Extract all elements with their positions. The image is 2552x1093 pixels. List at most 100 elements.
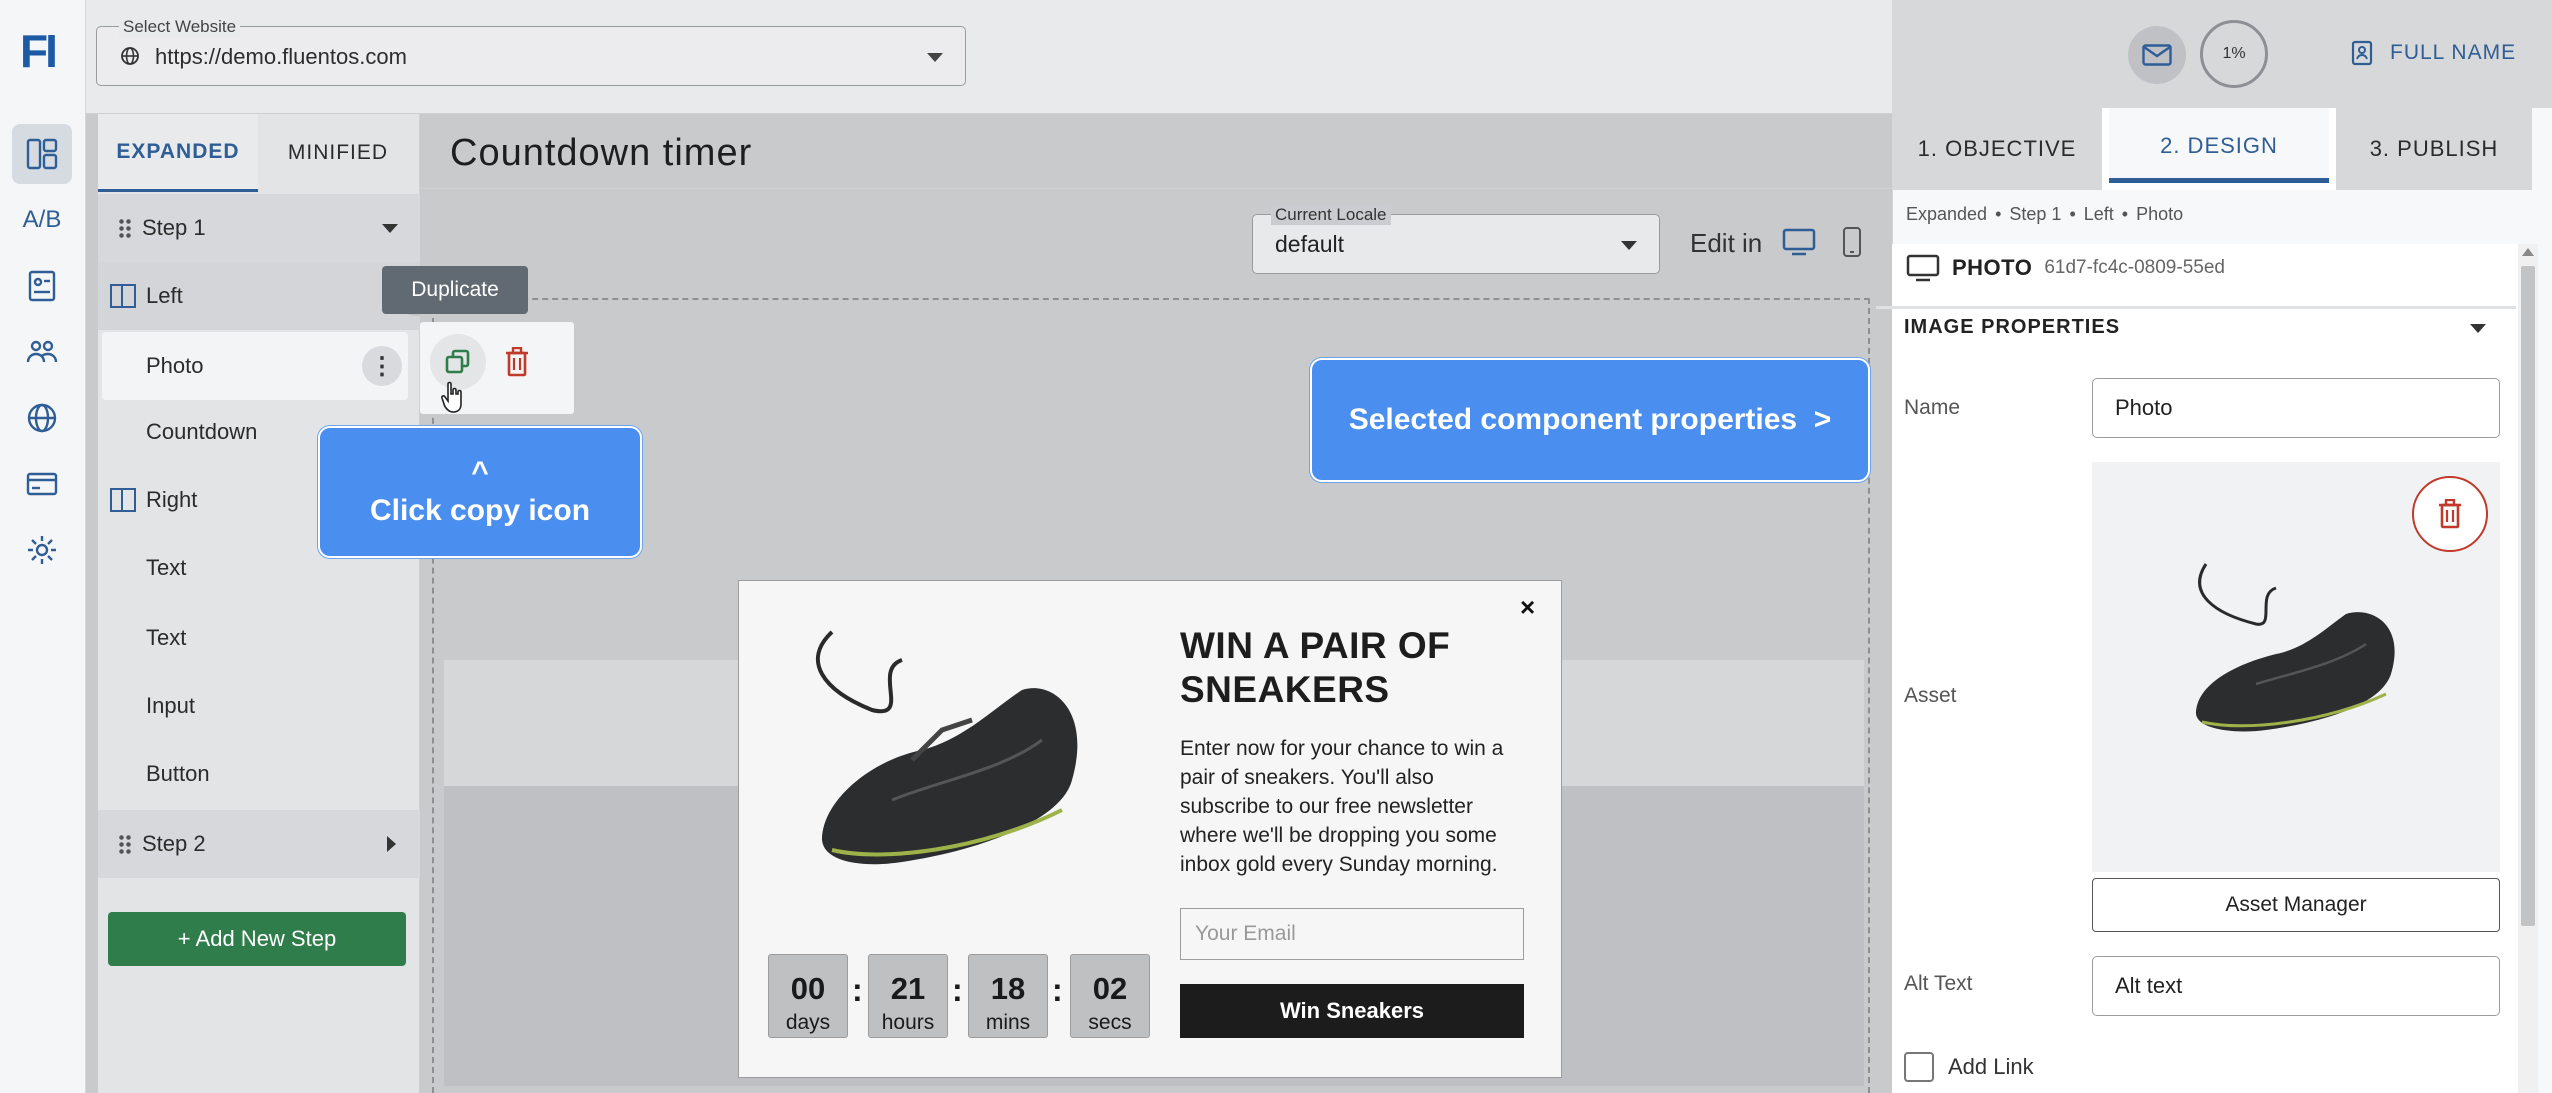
locale-select[interactable]: Current Locale default bbox=[1252, 205, 1660, 274]
sneaker-image[interactable] bbox=[762, 600, 1150, 920]
chevron-down-icon[interactable] bbox=[382, 224, 398, 233]
website-select-value: https://demo.fluentos.com bbox=[155, 44, 407, 69]
settings-icon[interactable] bbox=[12, 520, 72, 580]
breadcrumb-item[interactable]: Step 1 bbox=[2009, 204, 2061, 224]
trash-icon[interactable] bbox=[2412, 476, 2488, 552]
asset-manager-button[interactable]: Asset Manager bbox=[2092, 878, 2500, 932]
callout-text: Click copy icon bbox=[369, 494, 591, 527]
left-label: Left bbox=[146, 283, 183, 308]
user-menu[interactable]: FULL NAME bbox=[2350, 40, 2516, 66]
text-label: Text bbox=[146, 555, 187, 580]
popup-body: Enter now for your chance to win a pair … bbox=[1180, 737, 1504, 876]
tree-item-photo[interactable]: Photo ⋮ bbox=[102, 332, 408, 400]
component-id: 61d7-fc4c-0809-55ed bbox=[2044, 257, 2225, 278]
name-field[interactable]: Photo bbox=[2092, 378, 2500, 438]
drag-handle-icon[interactable] bbox=[118, 218, 132, 238]
countdown-number: 02 bbox=[1092, 971, 1128, 1006]
tree-item-input[interactable]: Input bbox=[98, 672, 420, 740]
step-1-label: Step 1 bbox=[142, 215, 206, 240]
dashboard-icon[interactable] bbox=[12, 124, 72, 184]
websites-icon[interactable] bbox=[12, 388, 72, 448]
chevron-down-icon[interactable] bbox=[2470, 324, 2486, 333]
countdown-separator: : bbox=[1052, 972, 1063, 1008]
desktop-icon[interactable] bbox=[1782, 228, 1816, 256]
tab-objective[interactable]: 1. OBJECTIVE bbox=[1892, 108, 2102, 190]
billing-icon[interactable] bbox=[12, 454, 72, 514]
button-label: Button bbox=[146, 761, 210, 786]
mail-icon[interactable] bbox=[2128, 26, 2186, 84]
breadcrumb-separator: • bbox=[2121, 204, 2129, 224]
mobile-icon[interactable] bbox=[1842, 226, 1862, 258]
add-link-label: Add Link bbox=[1948, 1054, 2034, 1079]
win-sneakers-button[interactable]: Win Sneakers bbox=[1180, 984, 1524, 1038]
breadcrumb-separator: • bbox=[2069, 204, 2076, 224]
checkbox[interactable] bbox=[1904, 1052, 1934, 1082]
countdown-unit: mins bbox=[985, 1011, 1031, 1034]
step-tree: EXPANDED MINIFIED Step 1 Left Photo ⋮ Co… bbox=[98, 114, 420, 1093]
tab-design-label: 2. DESIGN bbox=[2160, 132, 2278, 158]
chevron-right-icon[interactable] bbox=[387, 836, 396, 852]
user-card-icon bbox=[2351, 40, 2373, 66]
more-options-icon[interactable]: ⋮ bbox=[362, 346, 402, 386]
countdown-unit: days bbox=[785, 1011, 831, 1034]
tab-publish[interactable]: 3. PUBLISH bbox=[2336, 108, 2532, 190]
scrollbar[interactable] bbox=[2518, 244, 2538, 1093]
desktop-icon bbox=[1906, 254, 1940, 282]
breadcrumb: Expanded • Step 1 • Left • Photo bbox=[1906, 204, 2183, 225]
breadcrumb-item[interactable]: Expanded bbox=[1906, 204, 1987, 224]
breadcrumb-item[interactable]: Photo bbox=[2136, 204, 2183, 224]
forms-icon[interactable] bbox=[12, 256, 72, 316]
caret-up-icon: ^ bbox=[471, 456, 489, 489]
right-label: Right bbox=[146, 487, 198, 512]
globe-icon bbox=[121, 47, 139, 65]
email-field[interactable]: Your Email bbox=[1180, 908, 1524, 960]
callout-click-copy: ^ Click copy icon bbox=[318, 426, 642, 558]
component-header: PHOTO 61d7-fc4c-0809-55ed bbox=[1906, 254, 2225, 282]
name-label: Name bbox=[1904, 396, 1961, 419]
countdown-mins: 18 mins bbox=[968, 954, 1048, 1038]
tab-expanded[interactable]: EXPANDED bbox=[98, 114, 258, 192]
countdown-number: 18 bbox=[990, 971, 1026, 1006]
progress-indicator[interactable]: 1% bbox=[2200, 20, 2268, 88]
component-type: PHOTO bbox=[1952, 255, 2033, 280]
divider bbox=[1876, 306, 2516, 309]
sneaker-image bbox=[2196, 563, 2395, 732]
countdown-unit: hours bbox=[881, 1011, 935, 1034]
breadcrumb-item[interactable]: Left bbox=[2084, 204, 2114, 224]
countdown-number: 21 bbox=[890, 971, 926, 1006]
active-tab-indicator bbox=[2109, 178, 2329, 183]
tree-item-text[interactable]: Text bbox=[98, 604, 420, 672]
chevron-down-icon[interactable] bbox=[927, 53, 943, 62]
add-link-checkbox[interactable]: Add Link bbox=[1904, 1052, 2034, 1082]
alt-text-field[interactable]: Alt text bbox=[2092, 956, 2500, 1016]
columns-icon bbox=[110, 284, 136, 308]
website-select[interactable]: Select Website https://demo.fluentos.com bbox=[96, 17, 966, 86]
scroll-up-icon[interactable] bbox=[2522, 248, 2534, 256]
tree-item-left[interactable]: Left bbox=[98, 262, 420, 330]
tab-design[interactable]: 2. DESIGN bbox=[2102, 108, 2336, 190]
tree-item-button[interactable]: Button bbox=[98, 740, 420, 808]
text-label: Text bbox=[146, 625, 187, 650]
drag-handle-icon[interactable] bbox=[118, 834, 132, 854]
website-select-label: Select Website bbox=[119, 17, 241, 37]
popup-heading: WIN A PAIR OF SNEAKERS bbox=[1180, 625, 1451, 710]
close-icon[interactable]: × bbox=[1520, 592, 1535, 623]
tree-step-2[interactable]: Step 2 bbox=[98, 810, 420, 878]
trash-icon[interactable] bbox=[498, 340, 536, 384]
duplicate-tooltip: Duplicate bbox=[382, 266, 528, 314]
tab-minified[interactable]: MINIFIED bbox=[258, 114, 418, 192]
step-2-label: Step 2 bbox=[142, 831, 206, 856]
add-new-step-button[interactable]: + Add New Step bbox=[108, 912, 406, 966]
tree-step-1[interactable]: Step 1 bbox=[98, 194, 420, 262]
image-properties-heading[interactable]: IMAGE PROPERTIES bbox=[1904, 316, 2120, 339]
audience-icon[interactable] bbox=[12, 322, 72, 382]
callout-selected-properties: Selected component properties > bbox=[1310, 358, 1870, 482]
countdown-days: 00 days bbox=[768, 954, 848, 1038]
countdown-separator: : bbox=[852, 972, 863, 1008]
ab-test-icon[interactable]: A/B bbox=[12, 190, 72, 250]
hand-cursor-icon bbox=[441, 381, 462, 413]
scrollbar-thumb[interactable] bbox=[2521, 266, 2535, 926]
app-logo[interactable]: FI bbox=[20, 24, 58, 78]
chevron-down-icon[interactable] bbox=[1621, 241, 1637, 250]
locale-value: default bbox=[1275, 231, 1345, 257]
